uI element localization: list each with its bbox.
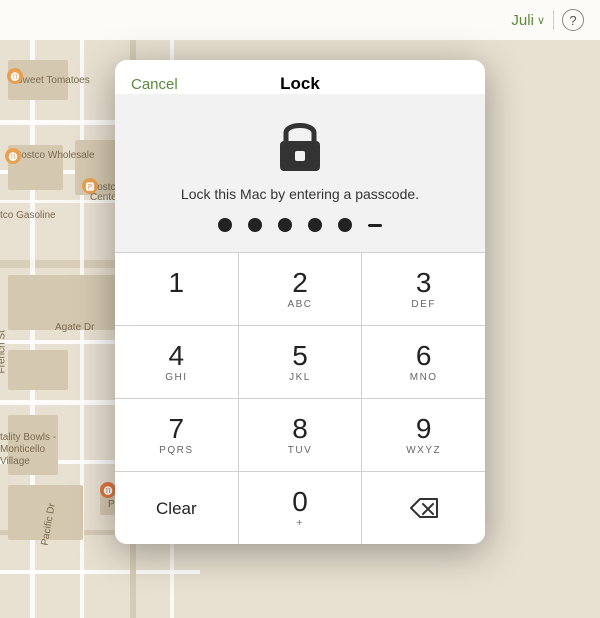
cancel-button[interactable]: Cancel	[131, 76, 178, 93]
key-clear[interactable]: Clear	[115, 472, 239, 544]
modal-title: Lock	[280, 74, 320, 94]
passcode-dot-5	[338, 218, 352, 232]
key-7-number: 7	[169, 415, 185, 443]
passcode-dot-1	[218, 218, 232, 232]
key-7-letters: PQRS	[159, 445, 193, 456]
modal-description: Lock this Mac by entering a passcode.	[181, 186, 419, 202]
key-1[interactable]: 1	[115, 253, 239, 325]
key-backspace[interactable]	[362, 472, 485, 544]
key-3-number: 3	[416, 269, 432, 297]
key-0-letters: +	[296, 518, 303, 529]
divider	[553, 10, 554, 30]
key-clear-label: Clear	[156, 500, 197, 517]
passcode-dot-6	[368, 224, 382, 227]
key-7[interactable]: 7 PQRS	[115, 399, 239, 471]
key-6-number: 6	[416, 342, 432, 370]
key-9-number: 9	[416, 415, 432, 443]
top-bar: Juli ∨ ?	[0, 0, 600, 40]
modal-header: Cancel Lock	[115, 60, 485, 94]
help-button[interactable]: ?	[562, 9, 584, 31]
key-5[interactable]: 5 JKL	[239, 326, 363, 398]
lock-modal: Cancel Lock Lock this Mac by entering a …	[115, 60, 485, 544]
numpad: 1 2 ABC 3 DEF 4 GHI 5	[115, 252, 485, 544]
key-5-number: 5	[292, 342, 308, 370]
key-6[interactable]: 6 MNO	[362, 326, 485, 398]
key-0[interactable]: 0 +	[239, 472, 363, 544]
key-1-letters	[174, 299, 178, 310]
backspace-icon	[409, 497, 439, 519]
key-4-number: 4	[169, 342, 185, 370]
numpad-row-3: 7 PQRS 8 TUV 9 WXYZ	[115, 398, 485, 471]
passcode-dot-3	[278, 218, 292, 232]
key-1-number: 1	[169, 269, 185, 297]
passcode-dot-4	[308, 218, 322, 232]
chevron-down-icon: ∨	[537, 14, 545, 27]
key-6-letters: MNO	[410, 372, 438, 383]
user-name[interactable]: Juli ∨	[511, 12, 545, 29]
key-2-letters: ABC	[287, 299, 312, 310]
passcode-dot-2	[248, 218, 262, 232]
user-name-text: Juli	[511, 12, 534, 29]
key-3-letters: DEF	[411, 299, 436, 310]
numpad-row-1: 1 2 ABC 3 DEF	[115, 252, 485, 325]
key-4[interactable]: 4 GHI	[115, 326, 239, 398]
passcode-dots	[218, 218, 382, 232]
modal-overlay: Cancel Lock Lock this Mac by entering a …	[0, 40, 600, 618]
numpad-row-2: 4 GHI 5 JKL 6 MNO	[115, 325, 485, 398]
key-3[interactable]: 3 DEF	[362, 253, 485, 325]
numpad-row-4: Clear 0 +	[115, 471, 485, 544]
key-9[interactable]: 9 WXYZ	[362, 399, 485, 471]
key-8-number: 8	[292, 415, 308, 443]
key-0-number: 0	[292, 488, 308, 516]
key-2[interactable]: 2 ABC	[239, 253, 363, 325]
key-2-number: 2	[292, 269, 308, 297]
modal-body: Lock this Mac by entering a passcode.	[115, 94, 485, 252]
lock-icon	[274, 115, 326, 173]
key-8-letters: TUV	[288, 445, 313, 456]
key-8[interactable]: 8 TUV	[239, 399, 363, 471]
key-9-letters: WXYZ	[406, 445, 441, 456]
key-5-letters: JKL	[289, 372, 311, 383]
key-4-letters: GHI	[165, 372, 187, 383]
lock-icon-container	[270, 114, 330, 174]
